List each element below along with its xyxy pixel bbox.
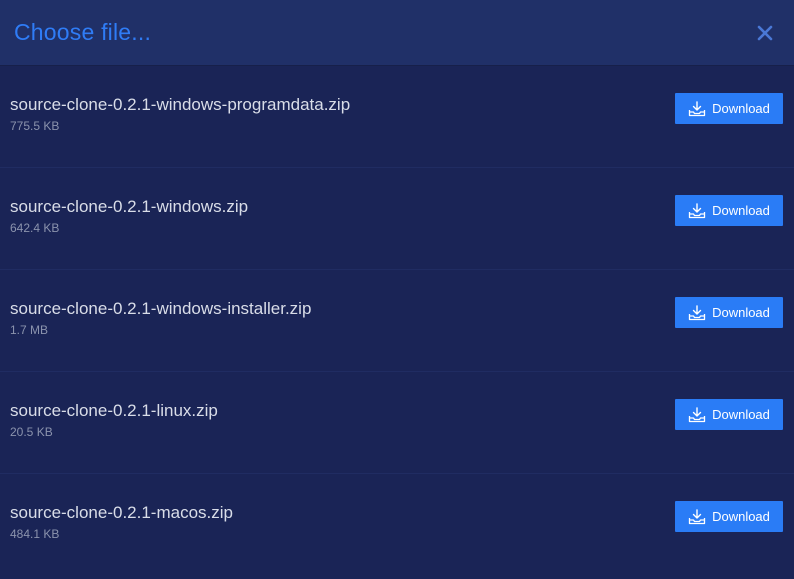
download-icon bbox=[688, 202, 706, 219]
download-label: Download bbox=[712, 407, 770, 422]
download-label: Download bbox=[712, 305, 770, 320]
file-name: source-clone-0.2.1-windows-installer.zip bbox=[10, 299, 312, 318]
dialog-header: Choose file... bbox=[0, 0, 794, 66]
file-name: source-clone-0.2.1-windows-programdata.z… bbox=[10, 95, 351, 114]
download-icon bbox=[688, 508, 706, 525]
download-button[interactable]: Download bbox=[675, 297, 783, 328]
close-icon bbox=[757, 25, 773, 40]
download-icon bbox=[688, 304, 706, 321]
download-label: Download bbox=[712, 203, 770, 218]
file-row: source-clone-0.2.1-windows-installer.zip… bbox=[0, 270, 794, 372]
file-size: 1.7 MB bbox=[10, 323, 49, 337]
file-info: source-clone-0.2.1-linux.zip 20.5 KB bbox=[10, 400, 218, 439]
file-row: source-clone-0.2.1-linux.zip 20.5 KB Dow… bbox=[0, 372, 794, 474]
download-icon bbox=[688, 100, 706, 117]
file-list: source-clone-0.2.1-windows-programdata.z… bbox=[0, 66, 794, 576]
file-row: source-clone-0.2.1-windows-programdata.z… bbox=[0, 66, 794, 168]
file-info: source-clone-0.2.1-windows-programdata.z… bbox=[10, 94, 350, 133]
dialog-title: Choose file... bbox=[14, 19, 152, 45]
download-button[interactable]: Download bbox=[675, 399, 783, 430]
download-icon bbox=[688, 406, 706, 423]
close-button[interactable] bbox=[752, 20, 778, 46]
choose-file-dialog: Choose file... source-clone-0.2.1-window… bbox=[0, 0, 794, 579]
file-size: 642.4 KB bbox=[10, 221, 60, 235]
file-size: 775.5 KB bbox=[10, 119, 60, 133]
download-button[interactable]: Download bbox=[675, 501, 783, 532]
file-size: 484.1 KB bbox=[10, 527, 60, 541]
file-row: source-clone-0.2.1-windows.zip 642.4 KB … bbox=[0, 168, 794, 270]
download-button[interactable]: Download bbox=[675, 195, 783, 226]
download-label: Download bbox=[712, 509, 770, 524]
file-name: source-clone-0.2.1-macos.zip bbox=[10, 503, 233, 522]
file-info: source-clone-0.2.1-windows-installer.zip… bbox=[10, 298, 311, 337]
download-button[interactable]: Download bbox=[675, 93, 783, 124]
file-size: 20.5 KB bbox=[10, 425, 53, 439]
file-row: source-clone-0.2.1-macos.zip 484.1 KB Do… bbox=[0, 474, 794, 576]
file-name: source-clone-0.2.1-linux.zip bbox=[10, 401, 218, 420]
file-info: source-clone-0.2.1-macos.zip 484.1 KB bbox=[10, 502, 233, 541]
file-info: source-clone-0.2.1-windows.zip 642.4 KB bbox=[10, 196, 248, 235]
download-label: Download bbox=[712, 101, 770, 116]
file-name: source-clone-0.2.1-windows.zip bbox=[10, 197, 249, 216]
